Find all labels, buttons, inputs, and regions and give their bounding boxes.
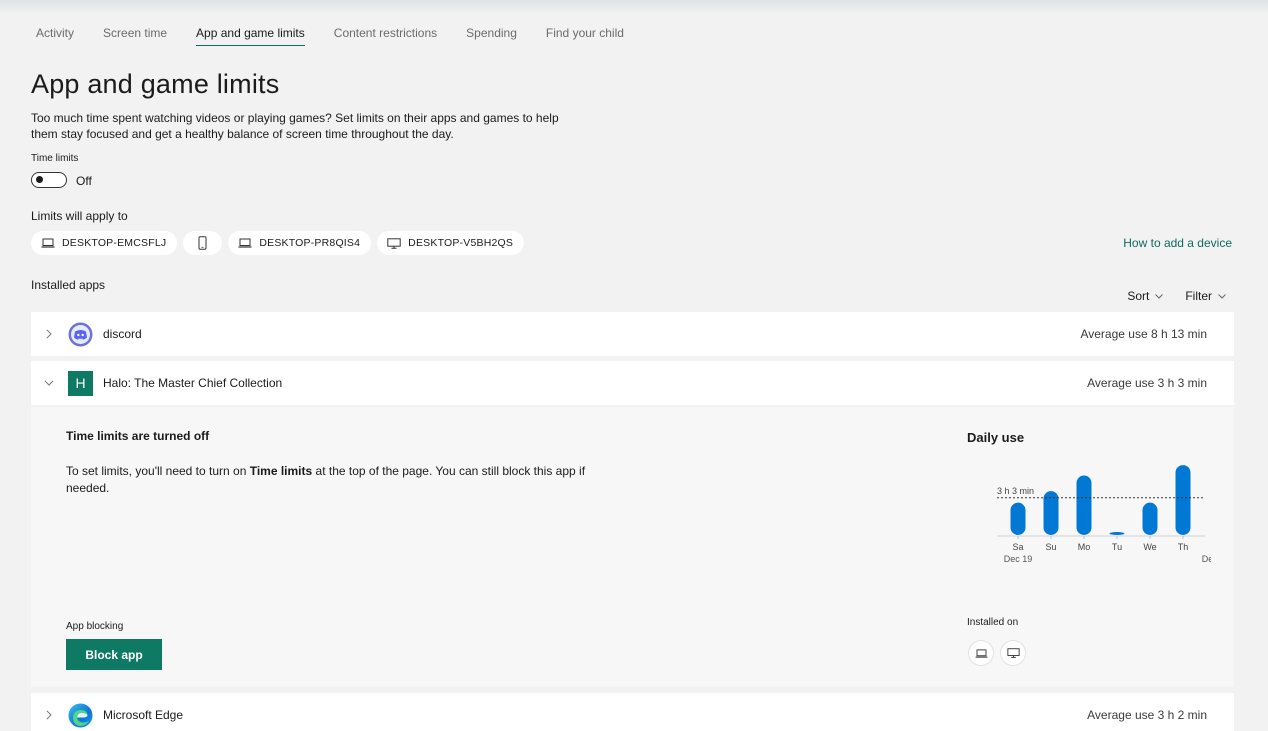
average-use: Average use 3 h 2 min — [1087, 708, 1207, 722]
device-chips: DESKTOP-EMCSFLJ DESKTOP-PR8QIS4 DESKTOP-… — [31, 231, 530, 255]
device-chip-desktop-pr8qis4[interactable]: DESKTOP-PR8QIS4 — [228, 231, 372, 255]
tab-content-restrictions[interactable]: Content restrictions — [334, 26, 437, 46]
chart-bar-th — [1175, 465, 1191, 535]
device-name: DESKTOP-EMCSFLJ — [62, 237, 167, 249]
limits-apply-label: Limits will apply to — [31, 209, 128, 223]
chart-bar-we — [1142, 502, 1158, 535]
installed-on-label: Installed on — [967, 617, 1019, 628]
phone-icon — [198, 236, 207, 250]
average-use: Average use 3 h 3 min — [1087, 376, 1207, 390]
chevron-right-icon[interactable] — [41, 710, 57, 720]
daily-use-title: Daily use — [967, 430, 1025, 445]
sort-filter-bar: Sort Filter — [1105, 289, 1226, 303]
chevron-down-icon — [1218, 293, 1226, 299]
chart-bar-tu — [1109, 532, 1125, 535]
laptop-icon — [238, 238, 252, 248]
app-name: Halo: The Master Chief Collection — [103, 376, 283, 390]
sort-label: Sort — [1127, 289, 1150, 303]
chevron-right-icon[interactable] — [41, 329, 57, 339]
app-name: discord — [103, 327, 142, 341]
time-limits-label: Time limits — [31, 153, 79, 164]
tab-activity[interactable]: Activity — [36, 26, 74, 46]
device-chip-desktop-v5bh2qs[interactable]: DESKTOP-V5BH2QS — [377, 231, 525, 255]
app-row-discord[interactable]: discord Average use 8 h 13 min — [31, 312, 1234, 356]
time-limits-status-text: To set limits, you'll need to turn on Ti… — [66, 463, 606, 497]
chart-bar-sa — [1010, 502, 1026, 535]
text-bold: Time limits — [249, 464, 313, 478]
block-app-button[interactable]: Block app — [66, 639, 162, 670]
page-description: Too much time spent watching videos or p… — [31, 111, 559, 141]
installed-device-laptop — [968, 640, 994, 666]
text-prefix: To set limits, you'll need to turn on — [66, 464, 250, 478]
chevron-down-icon — [1155, 293, 1164, 299]
chart-tick-label: Sa — [1012, 542, 1023, 552]
average-use: Average use 8 h 13 min — [1080, 327, 1207, 341]
laptop-icon — [41, 238, 55, 248]
time-limits-status-title: Time limits are turned off — [66, 429, 210, 443]
chart-tick-label: Su — [1045, 542, 1056, 552]
installed-apps-label: Installed apps — [31, 278, 106, 292]
app-row-edge[interactable]: Microsoft Edge Average use 3 h 2 min — [31, 693, 1234, 731]
halo-icon: H — [68, 370, 93, 396]
chart-tick-label: We — [1143, 542, 1156, 552]
toggle-knob — [36, 176, 43, 183]
chart-tick-label: Mo — [1078, 542, 1091, 552]
device-chip-phone[interactable] — [183, 231, 223, 255]
app-row-halo[interactable]: H Halo: The Master Chief Collection Aver… — [31, 361, 1234, 405]
filter-label: Filter — [1185, 289, 1212, 303]
sort-button[interactable]: Sort — [1127, 289, 1164, 303]
tab-app-and-game-limits[interactable]: App and game limits — [196, 26, 305, 46]
chart-date-label: Dec 19 — [1004, 554, 1033, 564]
chart-average-label: 3 h 3 min — [997, 486, 1034, 496]
app-name: Microsoft Edge — [103, 708, 184, 722]
device-name: DESKTOP-V5BH2QS — [408, 237, 514, 249]
tab-spending[interactable]: Spending — [466, 26, 517, 46]
tab-find-your-child[interactable]: Find your child — [546, 26, 624, 46]
tab-screen-time[interactable]: Screen time — [103, 26, 167, 46]
app-blocking-label: App blocking — [66, 621, 124, 632]
chart-bar-mo — [1076, 475, 1092, 535]
app-details-panel: Time limits are turned off To set limits… — [31, 407, 1234, 687]
device-name: DESKTOP-PR8QIS4 — [259, 237, 361, 249]
chart-tick-label: Th — [1178, 542, 1189, 552]
time-limits-state: Off — [76, 174, 92, 188]
chevron-down-icon[interactable] — [41, 380, 57, 386]
filter-button[interactable]: Filter — [1185, 289, 1226, 303]
page-title: App and game limits — [31, 69, 280, 99]
chart-date-label: Dec 25 — [1202, 554, 1211, 564]
daily-use-chart: SaDec 19SuMoTuWeThFrDec 253 h 3 min — [997, 465, 1211, 564]
tab-bar: Activity Screen time App and game limits… — [36, 26, 653, 46]
halo-icon-letter: H — [68, 370, 93, 396]
chart-tick-label: Tu — [1112, 542, 1122, 552]
time-limits-toggle[interactable] — [31, 172, 67, 188]
top-shade — [0, 0, 1268, 14]
installed-device-monitor — [1000, 640, 1026, 666]
how-to-add-device-link[interactable]: How to add a device — [1123, 236, 1232, 250]
monitor-icon — [1006, 648, 1020, 658]
discord-icon — [68, 322, 93, 347]
monitor-icon — [387, 237, 401, 249]
device-chip-desktop-emcsflj[interactable]: DESKTOP-EMCSFLJ — [31, 231, 178, 255]
edge-icon — [68, 703, 93, 728]
laptop-icon — [975, 648, 987, 658]
